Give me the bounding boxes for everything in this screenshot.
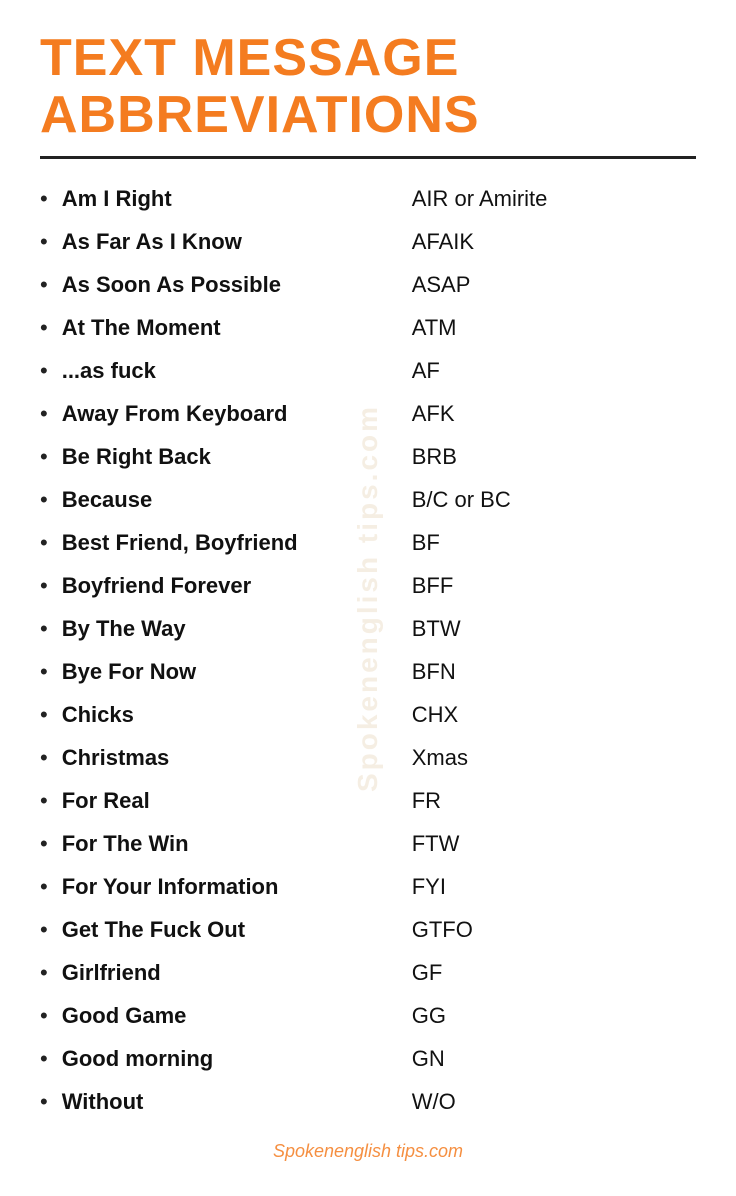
title-line2: ABBREVIATIONS: [40, 87, 696, 144]
list-item: • Good morningGN: [40, 1037, 696, 1080]
list-item: • Bye For NowBFN: [40, 650, 696, 693]
phrase-text: Christmas: [62, 741, 402, 774]
list-item: • Boyfriend ForeverBFF: [40, 564, 696, 607]
list-item: • Get The Fuck OutGTFO: [40, 908, 696, 951]
phrase-text: Bye For Now: [62, 655, 402, 688]
bullet-icon: •: [40, 698, 48, 731]
abbreviation-text: BFN: [402, 655, 696, 688]
bullet-icon: •: [40, 569, 48, 602]
list-item: • As Far As I KnowAFAIK: [40, 220, 696, 263]
bullet-icon: •: [40, 225, 48, 258]
bullet-icon: •: [40, 311, 48, 344]
phrase-text: At The Moment: [62, 311, 402, 344]
abbreviation-text: BRB: [402, 440, 696, 473]
abbreviation-text: BF: [402, 526, 696, 559]
bullet-icon: •: [40, 182, 48, 215]
phrase-text: ...as fuck: [62, 354, 402, 387]
abbreviation-text: W/O: [402, 1085, 696, 1118]
page-container: TEXT MESSAGE ABBREVIATIONS • Am I RightAI…: [0, 0, 736, 1196]
bullet-icon: •: [40, 784, 48, 817]
phrase-text: Away From Keyboard: [62, 397, 402, 430]
bullet-icon: •: [40, 1042, 48, 1075]
list-item: • ChicksCHX: [40, 693, 696, 736]
phrase-text: Boyfriend Forever: [62, 569, 402, 602]
abbreviation-text: AFK: [402, 397, 696, 430]
abbreviations-list: • Am I RightAIR or Amirite • As Far As I Kn…: [40, 177, 696, 1123]
phrase-text: Am I Right: [62, 182, 402, 215]
phrase-text: For Your Information: [62, 870, 402, 903]
bullet-icon: •: [40, 655, 48, 688]
abbreviation-text: GF: [402, 956, 696, 989]
bullet-icon: •: [40, 870, 48, 903]
bullet-icon: •: [40, 268, 48, 301]
bullet-icon: •: [40, 827, 48, 860]
abbreviation-text: AFAIK: [402, 225, 696, 258]
list-item: • As Soon As PossibleASAP: [40, 263, 696, 306]
abbreviation-text: AIR or Amirite: [402, 182, 696, 215]
bullet-icon: •: [40, 397, 48, 430]
phrase-text: For Real: [62, 784, 402, 817]
phrase-text: Be Right Back: [62, 440, 402, 473]
list-item: • ...as fuckAF: [40, 349, 696, 392]
list-item: • Be Right BackBRB: [40, 435, 696, 478]
bullet-icon: •: [40, 1085, 48, 1118]
bullet-icon: •: [40, 956, 48, 989]
list-item: • By The WayBTW: [40, 607, 696, 650]
list-item: • Am I RightAIR or Amirite: [40, 177, 696, 220]
bullet-icon: •: [40, 913, 48, 946]
bullet-icon: •: [40, 741, 48, 774]
abbreviation-text: GG: [402, 999, 696, 1032]
phrase-text: By The Way: [62, 612, 402, 645]
list-item: • For The WinFTW: [40, 822, 696, 865]
list-item: • WithoutW/O: [40, 1080, 696, 1123]
abbreviation-text: GTFO: [402, 913, 696, 946]
list-item: • ChristmasXmas: [40, 736, 696, 779]
phrase-text: As Far As I Know: [62, 225, 402, 258]
abbreviation-text: BFF: [402, 569, 696, 602]
bullet-icon: •: [40, 354, 48, 387]
abbreviation-text: B/C or BC: [402, 483, 696, 516]
divider: [40, 156, 696, 159]
phrase-text: Good Game: [62, 999, 402, 1032]
list-item: • Best Friend, BoyfriendBF: [40, 521, 696, 564]
bullet-icon: •: [40, 526, 48, 559]
phrase-text: Chicks: [62, 698, 402, 731]
abbreviation-text: Xmas: [402, 741, 696, 774]
phrase-text: Best Friend, Boyfriend: [62, 526, 402, 559]
list-item: • Away From KeyboardAFK: [40, 392, 696, 435]
bullet-icon: •: [40, 440, 48, 473]
abbreviation-text: AF: [402, 354, 696, 387]
abbreviation-text: FR: [402, 784, 696, 817]
phrase-text: Because: [62, 483, 402, 516]
list-item: • Good GameGG: [40, 994, 696, 1037]
phrase-text: Girlfriend: [62, 956, 402, 989]
bullet-icon: •: [40, 999, 48, 1032]
list-item: • GirlfriendGF: [40, 951, 696, 994]
list-item: • BecauseB/C or BC: [40, 478, 696, 521]
abbreviation-text: ASAP: [402, 268, 696, 301]
list-item: • For RealFR: [40, 779, 696, 822]
abbreviation-text: BTW: [402, 612, 696, 645]
list-item: • At The MomentATM: [40, 306, 696, 349]
title-line1: TEXT MESSAGE: [40, 30, 696, 87]
list-item: • For Your InformationFYI: [40, 865, 696, 908]
footer: Spokenenglish tips.com: [40, 1141, 696, 1162]
abbreviation-text: CHX: [402, 698, 696, 731]
abbreviation-text: GN: [402, 1042, 696, 1075]
phrase-text: Get The Fuck Out: [62, 913, 402, 946]
page-title: TEXT MESSAGE ABBREVIATIONS: [40, 30, 696, 144]
footer-text: Spokenenglish tips.com: [273, 1141, 463, 1161]
phrase-text: Without: [62, 1085, 402, 1118]
bullet-icon: •: [40, 612, 48, 645]
phrase-text: Good morning: [62, 1042, 402, 1075]
abbreviation-text: FYI: [402, 870, 696, 903]
phrase-text: For The Win: [62, 827, 402, 860]
phrase-text: As Soon As Possible: [62, 268, 402, 301]
bullet-icon: •: [40, 483, 48, 516]
abbreviation-text: FTW: [402, 827, 696, 860]
abbreviation-text: ATM: [402, 311, 696, 344]
